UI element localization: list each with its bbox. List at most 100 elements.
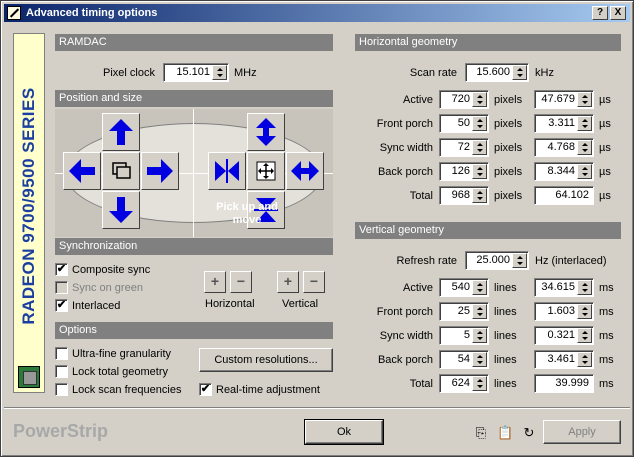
vgeo-lines-sync-width[interactable]: 5: [439, 326, 489, 345]
ultra-fine-checkbox[interactable]: [55, 347, 68, 360]
spinner-arrows-icon[interactable]: [577, 328, 592, 343]
move-cross-icon: [256, 161, 276, 181]
hgeo-px-back-porch[interactable]: 126: [439, 162, 489, 181]
hgeo-label-active: Active: [403, 94, 433, 106]
hgeo-us-front-porch[interactable]: 3.311: [534, 114, 594, 133]
vgeo-ms-back-porch[interactable]: 3.461: [534, 350, 594, 369]
vgeo-ms-front-porch[interactable]: 1.603: [534, 302, 594, 321]
vgeo-lines-active[interactable]: 540: [439, 278, 489, 297]
center-button[interactable]: [102, 152, 140, 190]
hgeo-us-back-porch[interactable]: 8.344: [534, 162, 594, 181]
vgeo-ms-active[interactable]: 34.615: [534, 278, 594, 297]
hgeo-px-front-porch[interactable]: 50: [439, 114, 489, 133]
lock-scan-checkbox[interactable]: [55, 383, 68, 396]
refresh-icon[interactable]: ↻: [521, 425, 537, 441]
arrow-left-icon: [69, 159, 95, 183]
spinner-arrows-icon[interactable]: [472, 328, 487, 343]
horizontal-sync-label: Horizontal: [205, 298, 255, 310]
move-down-button[interactable]: [102, 191, 140, 229]
pixel-clock-spinner[interactable]: 15.101: [163, 63, 229, 82]
position-pad[interactable]: Pick up and move: [55, 109, 333, 237]
composite-sync-label: Composite sync: [72, 264, 151, 276]
vsync-minus-button[interactable]: −: [303, 271, 325, 293]
pixel-clock-value: 15.101: [176, 66, 210, 78]
unit-pixels: pixels: [494, 166, 523, 178]
copy-icon[interactable]: ⎘: [473, 425, 489, 441]
hgeo-px-value: 126: [451, 165, 470, 177]
stretch-horizontal-button[interactable]: [286, 152, 324, 190]
spinner-arrows-icon[interactable]: [472, 116, 487, 131]
vgeo-lines-front-porch[interactable]: 25: [439, 302, 489, 321]
app-icon: [7, 6, 21, 20]
move-left-button[interactable]: [63, 152, 101, 190]
custom-resolutions-button[interactable]: Custom resolutions...: [199, 348, 333, 372]
spinner-arrows-icon[interactable]: [472, 92, 487, 107]
spinner-arrows-icon[interactable]: [472, 280, 487, 295]
hgeo-us-value: 47.679: [541, 93, 575, 105]
unit-lines: lines: [494, 354, 517, 366]
vgeo-lines-value: 5: [463, 329, 470, 341]
move-right-button[interactable]: [141, 152, 179, 190]
vgeo-lines-total[interactable]: 624: [439, 374, 489, 393]
unit-lines: lines: [494, 378, 517, 390]
hgeo-px-active[interactable]: 720: [439, 90, 489, 109]
spinner-arrows-icon[interactable]: [577, 280, 592, 295]
vertical-guide: [193, 109, 194, 237]
realtime-checkbox[interactable]: ✔: [199, 383, 212, 396]
paste-icon[interactable]: 📋: [497, 425, 513, 441]
vgeo-ms-value: 1.603: [547, 305, 575, 317]
vgeo-ms-sync-width[interactable]: 0.321: [534, 326, 594, 345]
spinner-arrows-icon[interactable]: [577, 304, 592, 319]
interlaced-checkbox[interactable]: ✔: [55, 299, 68, 312]
banner-text: RADEON 9700/9500 SERIES: [19, 87, 38, 325]
spinner-arrows-icon[interactable]: [472, 376, 487, 391]
ok-button[interactable]: Ok: [304, 419, 384, 445]
size-move-button[interactable]: [247, 152, 285, 190]
spinner-arrows-icon[interactable]: [472, 352, 487, 367]
hgeo-us-sync-width[interactable]: 4.768: [534, 138, 594, 157]
scan-rate-spinner[interactable]: 15.600: [465, 63, 529, 82]
hgeo-px-sync-width[interactable]: 72: [439, 138, 489, 157]
hgeo-px-total[interactable]: 968: [439, 186, 489, 205]
vsync-plus-button[interactable]: +: [277, 271, 299, 293]
spinner-arrows-icon[interactable]: [577, 164, 592, 179]
unit-ms: ms: [599, 306, 614, 318]
vgeo-ms-total[interactable]: 39.999: [534, 374, 594, 393]
hgeo-us-total[interactable]: 64.102: [534, 186, 594, 205]
lock-scan-label: Lock scan frequencies: [72, 384, 182, 396]
spinner-arrows-icon[interactable]: [472, 164, 487, 179]
hgeo-us-value: 3.311: [548, 117, 575, 129]
spinner-arrows-icon[interactable]: [472, 304, 487, 319]
spinner-arrows-icon[interactable]: [577, 92, 592, 107]
vgeo-lines-back-porch[interactable]: 54: [439, 350, 489, 369]
hgeo-us-active[interactable]: 47.679: [534, 90, 594, 109]
sync-on-green-label: Sync on green: [72, 282, 143, 294]
shrink-horizontal-button[interactable]: [208, 152, 246, 190]
apply-button[interactable]: Apply: [543, 420, 621, 444]
spinner-arrows-icon[interactable]: [512, 253, 527, 268]
pixel-clock-unit: MHz: [234, 67, 257, 79]
spinner-arrows-icon[interactable]: [577, 116, 592, 131]
close-button[interactable]: X: [610, 6, 626, 20]
vgeo-lines-value: 25: [457, 305, 470, 317]
spinner-arrows-icon[interactable]: [472, 188, 487, 203]
stretch-vertical-button[interactable]: [247, 113, 285, 151]
hsync-plus-button[interactable]: +: [204, 271, 226, 293]
spinner-arrows-icon[interactable]: [212, 65, 227, 80]
composite-sync-checkbox[interactable]: ✔: [55, 263, 68, 276]
lock-total-checkbox[interactable]: [55, 365, 68, 378]
hsync-minus-button[interactable]: −: [230, 271, 252, 293]
spinner-arrows-icon[interactable]: [577, 140, 592, 155]
help-button[interactable]: ?: [592, 6, 608, 20]
title-bar[interactable]: Advanced timing options ? X: [4, 4, 630, 22]
sync-on-green-checkbox[interactable]: [55, 281, 68, 294]
vgeo-lines-value: 624: [451, 377, 470, 389]
spinner-arrows-icon[interactable]: [577, 352, 592, 367]
spinner-arrows-icon[interactable]: [512, 65, 527, 80]
spinner-arrows-icon[interactable]: [472, 140, 487, 155]
move-up-button[interactable]: [102, 113, 140, 151]
vgeo-lines-value: 540: [451, 281, 470, 293]
hgeo-label-sync-width: Sync width: [379, 142, 433, 154]
vgeo-header: Vertical geometry: [355, 222, 621, 239]
refresh-rate-spinner[interactable]: 25.000: [465, 251, 529, 270]
